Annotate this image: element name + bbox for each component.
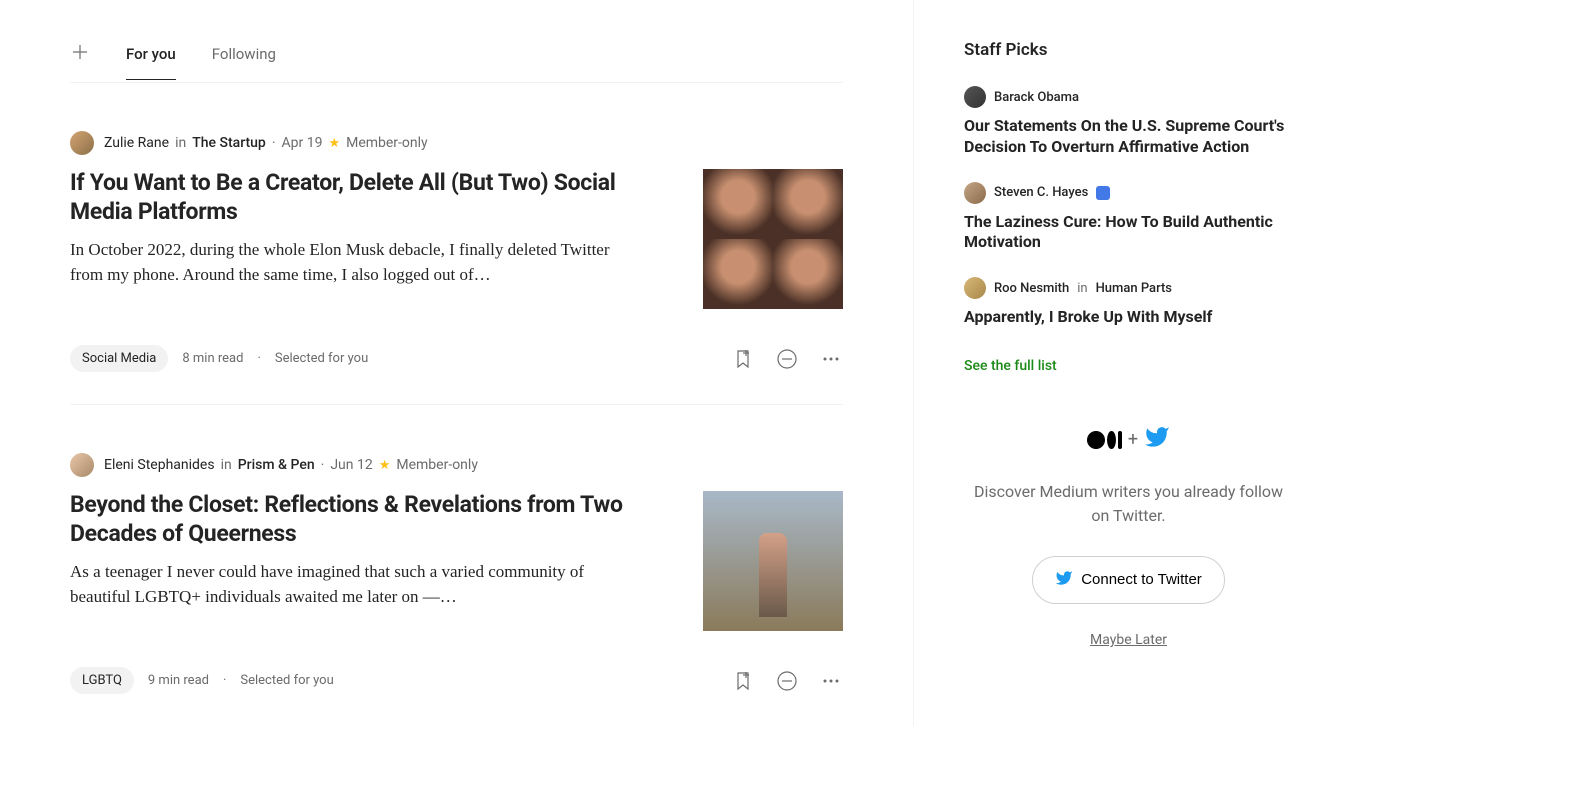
separator-dot: ·	[223, 673, 226, 688]
author-avatar[interactable]	[70, 453, 94, 477]
pick-publication[interactable]: Human Parts	[1096, 281, 1172, 296]
topic-tag[interactable]: LGBTQ	[70, 667, 134, 694]
separator-dot: ·	[272, 135, 276, 151]
publish-date: Apr 19	[281, 135, 322, 151]
see-full-list-link[interactable]: See the full list	[964, 358, 1057, 374]
pick-author-name[interactable]: Barack Obama	[994, 90, 1079, 105]
article-thumbnail[interactable]	[703, 169, 843, 309]
pick-author-avatar[interactable]	[964, 86, 986, 108]
more-options-icon[interactable]	[819, 347, 843, 371]
twitter-bird-icon	[1144, 424, 1170, 456]
twitter-medium-icons: +	[964, 424, 1293, 456]
article-meta: Zulie Rane in The Startup · Apr 19 ★ Mem…	[70, 131, 843, 155]
member-star-icon: ★	[328, 136, 340, 151]
twitter-connect-box: + Discover Medium writers you already fo…	[964, 424, 1293, 648]
publish-date: Jun 12	[330, 457, 372, 473]
staff-picks-title: Staff Picks	[964, 40, 1293, 60]
member-only-label: Member-only	[346, 135, 428, 151]
pick-title[interactable]: Our Statements On the U.S. Supreme Court…	[964, 116, 1293, 158]
read-time: 9 min read	[148, 673, 209, 688]
separator-dot: ·	[321, 457, 325, 473]
pick-author-name[interactable]: Roo Nesmith	[994, 281, 1069, 296]
connect-twitter-label: Connect to Twitter	[1081, 571, 1202, 588]
pick-author-avatar[interactable]	[964, 277, 986, 299]
in-text: in	[1077, 281, 1087, 296]
article-excerpt[interactable]: As a teenager I never could have imagine…	[70, 559, 643, 610]
twitter-prompt-text: Discover Medium writers you already foll…	[964, 480, 1293, 528]
article-card: Zulie Rane in The Startup · Apr 19 ★ Mem…	[70, 83, 843, 405]
article-excerpt[interactable]: In October 2022, during the whole Elon M…	[70, 237, 643, 288]
article-thumbnail[interactable]	[703, 491, 843, 631]
selected-label: Selected for you	[275, 351, 368, 366]
show-less-icon[interactable]	[775, 669, 799, 693]
publication-name[interactable]: Prism & Pen	[238, 457, 315, 473]
bookmark-icon[interactable]	[731, 347, 755, 371]
feed-tabs: For you Following	[70, 0, 843, 83]
member-star-icon: ★	[379, 458, 391, 473]
verified-badge-icon	[1096, 186, 1110, 200]
add-tab-icon[interactable]	[70, 42, 90, 82]
article-meta: Eleni Stephanides in Prism & Pen · Jun 1…	[70, 453, 843, 477]
author-avatar[interactable]	[70, 131, 94, 155]
selected-label: Selected for you	[240, 673, 333, 688]
read-time: 8 min read	[182, 351, 243, 366]
maybe-later-link[interactable]: Maybe Later	[964, 632, 1293, 648]
twitter-bird-icon	[1055, 569, 1073, 591]
staff-pick-item: Roo Nesmith in Human Parts Apparently, I…	[964, 277, 1293, 328]
pick-title[interactable]: Apparently, I Broke Up With Myself	[964, 307, 1293, 328]
publication-name[interactable]: The Startup	[192, 135, 266, 151]
bookmark-icon[interactable]	[731, 669, 755, 693]
pick-author-name[interactable]: Steven C. Hayes	[994, 185, 1088, 200]
member-only-label: Member-only	[396, 457, 478, 473]
in-text: in	[221, 457, 232, 473]
tab-following[interactable]: Following	[212, 45, 276, 79]
topic-tag[interactable]: Social Media	[70, 345, 168, 372]
author-name[interactable]: Eleni Stephanides	[104, 457, 215, 473]
plus-icon: +	[1128, 429, 1138, 450]
author-name[interactable]: Zulie Rane	[104, 135, 169, 151]
connect-twitter-button[interactable]: Connect to Twitter	[1032, 556, 1225, 604]
pick-author-avatar[interactable]	[964, 182, 986, 204]
staff-pick-item: Steven C. Hayes The Laziness Cure: How T…	[964, 182, 1293, 254]
more-options-icon[interactable]	[819, 669, 843, 693]
article-title[interactable]: If You Want to Be a Creator, Delete All …	[70, 169, 643, 227]
medium-logo-icon	[1087, 431, 1122, 449]
show-less-icon[interactable]	[775, 347, 799, 371]
separator-dot: ·	[257, 351, 260, 366]
pick-title[interactable]: The Laziness Cure: How To Build Authenti…	[964, 212, 1293, 254]
tab-for-you[interactable]: For you	[126, 45, 176, 80]
article-title[interactable]: Beyond the Closet: Reflections & Revelat…	[70, 491, 643, 549]
article-card: Eleni Stephanides in Prism & Pen · Jun 1…	[70, 405, 843, 726]
staff-pick-item: Barack Obama Our Statements On the U.S. …	[964, 86, 1293, 158]
in-text: in	[175, 135, 186, 151]
